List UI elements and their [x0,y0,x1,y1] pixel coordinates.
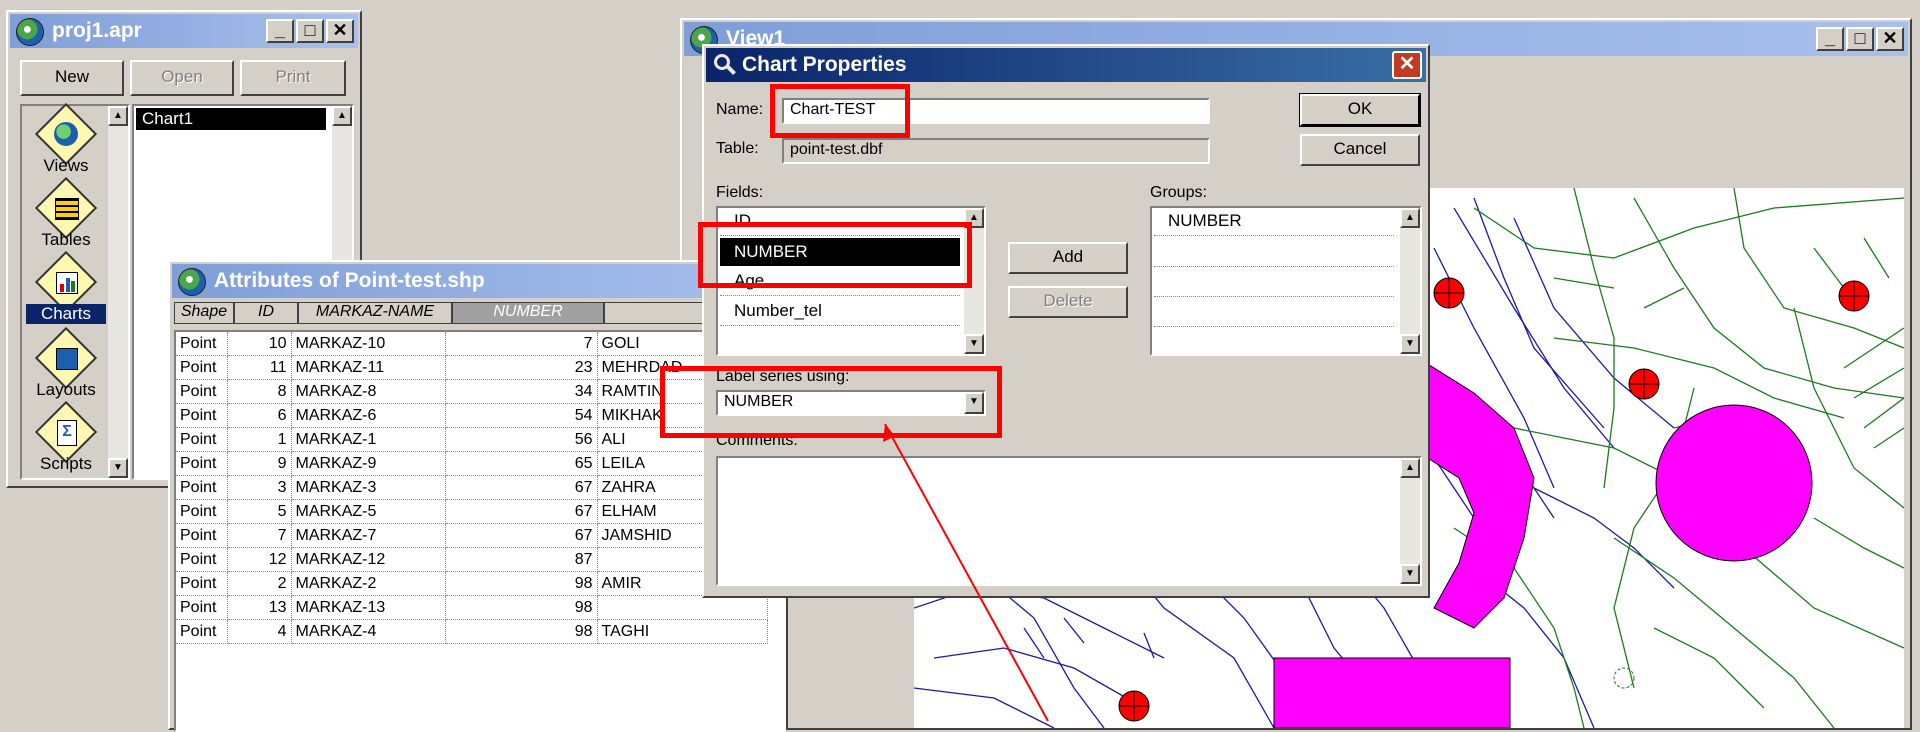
annotation-arrow [883,423,1049,721]
